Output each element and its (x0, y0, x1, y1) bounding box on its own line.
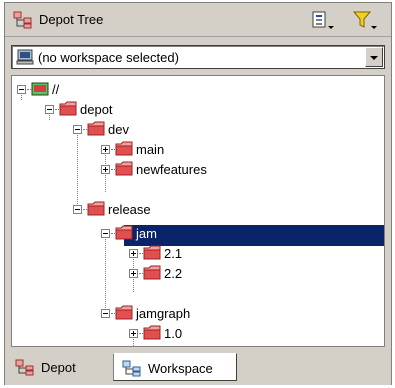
folder-icon (115, 141, 133, 156)
expand-icon[interactable] (101, 145, 110, 154)
tree-node-label: jamgraph (136, 306, 191, 321)
tree-node-jam-2-1[interactable]: 2.1 (12, 244, 212, 264)
tree-node-label: 2.2 (164, 266, 183, 281)
collapse-icon[interactable] (73, 125, 82, 134)
folder-icon (87, 201, 105, 216)
folder-icon (115, 161, 133, 176)
expand-icon[interactable] (101, 165, 110, 174)
tab-workspace[interactable]: Workspace (113, 353, 237, 381)
tab-label: Depot (41, 360, 76, 375)
tree-node-label: newfeatures (136, 162, 207, 177)
tree-node-label: dev (108, 122, 129, 137)
folder-icon (115, 305, 133, 320)
expand-icon[interactable] (129, 329, 138, 338)
tree-node-label: depot (80, 102, 113, 117)
filter-icon[interactable] (351, 9, 379, 31)
collapse-icon[interactable] (73, 205, 82, 214)
tree-node-release[interactable]: release (12, 200, 212, 220)
tree-node-label: // (52, 82, 60, 97)
tab-label: Workspace (148, 361, 213, 376)
collapse-icon[interactable] (45, 105, 54, 114)
tree-node-root[interactable]: // (12, 80, 132, 100)
panel-title: Depot Tree (39, 12, 104, 27)
depot-tree-view[interactable]: // depot dev main newfeatures release ja… (11, 75, 385, 347)
folder-icon (59, 101, 77, 116)
tree-node-label: main (136, 142, 165, 157)
tree-node-label: 2.1 (164, 246, 183, 261)
chevron-down-icon[interactable] (365, 47, 383, 67)
view-options-icon[interactable] (309, 9, 337, 31)
tree-node-label: jam (136, 226, 157, 241)
tree-node-label: release (108, 202, 151, 217)
tab-depot[interactable]: Depot (7, 353, 107, 381)
tree-node-newfeatures[interactable]: newfeatures (12, 160, 252, 180)
tree-node-depot[interactable]: depot (12, 100, 172, 120)
expand-icon[interactable] (129, 249, 138, 258)
tree-node-label: 1.0 (164, 326, 183, 341)
panel-header: Depot Tree (5, 3, 391, 37)
view-tabs: Depot Workspace (5, 351, 391, 385)
tree-node-jamgraph[interactable]: jamgraph (12, 304, 232, 324)
collapse-icon[interactable] (17, 85, 26, 94)
depot-tab-icon (15, 359, 34, 376)
expand-icon[interactable] (129, 269, 138, 278)
folder-icon (115, 225, 133, 240)
depot-tree-panel: Depot Tree (no workspace selected) // de… (4, 2, 392, 385)
tree-node-jam[interactable]: jam (12, 224, 384, 244)
workspace-select[interactable]: (no workspace selected) (11, 45, 385, 69)
collapse-icon[interactable] (101, 309, 110, 318)
workspace-computer-icon (16, 49, 34, 65)
depot-tree-icon (13, 11, 32, 29)
tree-node-jam-2-2[interactable]: 2.2 (12, 264, 212, 284)
root-depot-icon (31, 82, 49, 96)
tree-node-dev[interactable]: dev (12, 120, 172, 140)
folder-icon (143, 325, 161, 340)
workspace-tab-icon (122, 360, 141, 377)
folder-icon (143, 245, 161, 260)
folder-icon (143, 265, 161, 280)
folder-icon (87, 121, 105, 136)
workspace-select-value: (no workspace selected) (38, 50, 179, 65)
tree-node-jamgraph-1-0[interactable]: 1.0 (12, 324, 212, 344)
collapse-icon[interactable] (101, 229, 110, 238)
tree-node-main[interactable]: main (12, 140, 212, 160)
